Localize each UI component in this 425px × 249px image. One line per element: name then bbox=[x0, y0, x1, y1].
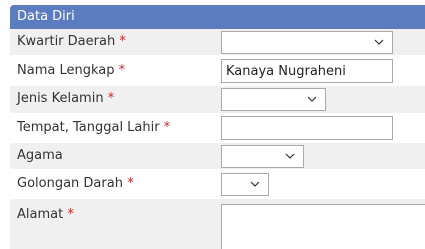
form-row-agama: Agama bbox=[10, 143, 425, 170]
jenis-kelamin-select[interactable] bbox=[221, 88, 326, 111]
required-marker: * bbox=[119, 34, 126, 49]
required-marker: * bbox=[127, 176, 134, 191]
kwartir-daerah-select[interactable] bbox=[221, 31, 393, 54]
alamat-label: Alamat * bbox=[17, 202, 74, 228]
tempat-tanggal-lahir-label: Tempat, Tanggal Lahir * bbox=[17, 115, 170, 141]
section-header: Data Diri bbox=[10, 5, 425, 29]
required-marker: * bbox=[163, 120, 171, 135]
label-text: Golongan Darah bbox=[17, 176, 123, 191]
label-text: Alamat bbox=[17, 207, 64, 222]
chevron-down-icon bbox=[285, 153, 295, 159]
golongan-darah-select[interactable] bbox=[221, 173, 269, 196]
label-text: Agama bbox=[17, 148, 63, 163]
agama-select[interactable] bbox=[221, 145, 304, 168]
label-text: Tempat, Tanggal Lahir bbox=[17, 120, 160, 135]
label-text: Kwartir Daerah bbox=[17, 34, 116, 49]
required-marker: * bbox=[118, 63, 126, 78]
nama-lengkap-label: Nama Lengkap * bbox=[17, 58, 125, 84]
form-row-tempat-tanggal-lahir: Tempat, Tanggal Lahir * bbox=[10, 114, 425, 143]
form-row-nama-lengkap: Nama Lengkap * bbox=[10, 56, 425, 86]
alamat-textarea[interactable] bbox=[221, 204, 425, 249]
kwartir-daerah-label: Kwartir Daerah * bbox=[17, 29, 126, 55]
golongan-darah-label: Golongan Darah * bbox=[17, 171, 134, 197]
label-text: Nama Lengkap bbox=[17, 63, 115, 78]
form-row-kwartir-daerah: Kwartir Daerah * bbox=[10, 29, 425, 56]
chevron-down-icon bbox=[374, 39, 384, 45]
jenis-kelamin-label: Jenis Kelamin * bbox=[17, 86, 114, 112]
agama-label: Agama bbox=[17, 143, 63, 169]
form-row-jenis-kelamin: Jenis Kelamin * bbox=[10, 86, 425, 114]
form-row-alamat: Alamat * bbox=[10, 199, 425, 249]
required-marker: * bbox=[67, 207, 74, 222]
form-row-golongan-darah: Golongan Darah * bbox=[10, 170, 425, 199]
nama-lengkap-input[interactable] bbox=[221, 59, 393, 83]
tempat-tanggal-lahir-input[interactable] bbox=[221, 116, 393, 140]
chevron-down-icon bbox=[250, 181, 260, 187]
required-marker: * bbox=[107, 91, 115, 106]
chevron-down-icon bbox=[307, 96, 317, 102]
data-diri-form: Data Diri Kwartir Daerah * Nama Lengkap … bbox=[0, 0, 425, 249]
label-text: Jenis Kelamin bbox=[17, 91, 104, 106]
